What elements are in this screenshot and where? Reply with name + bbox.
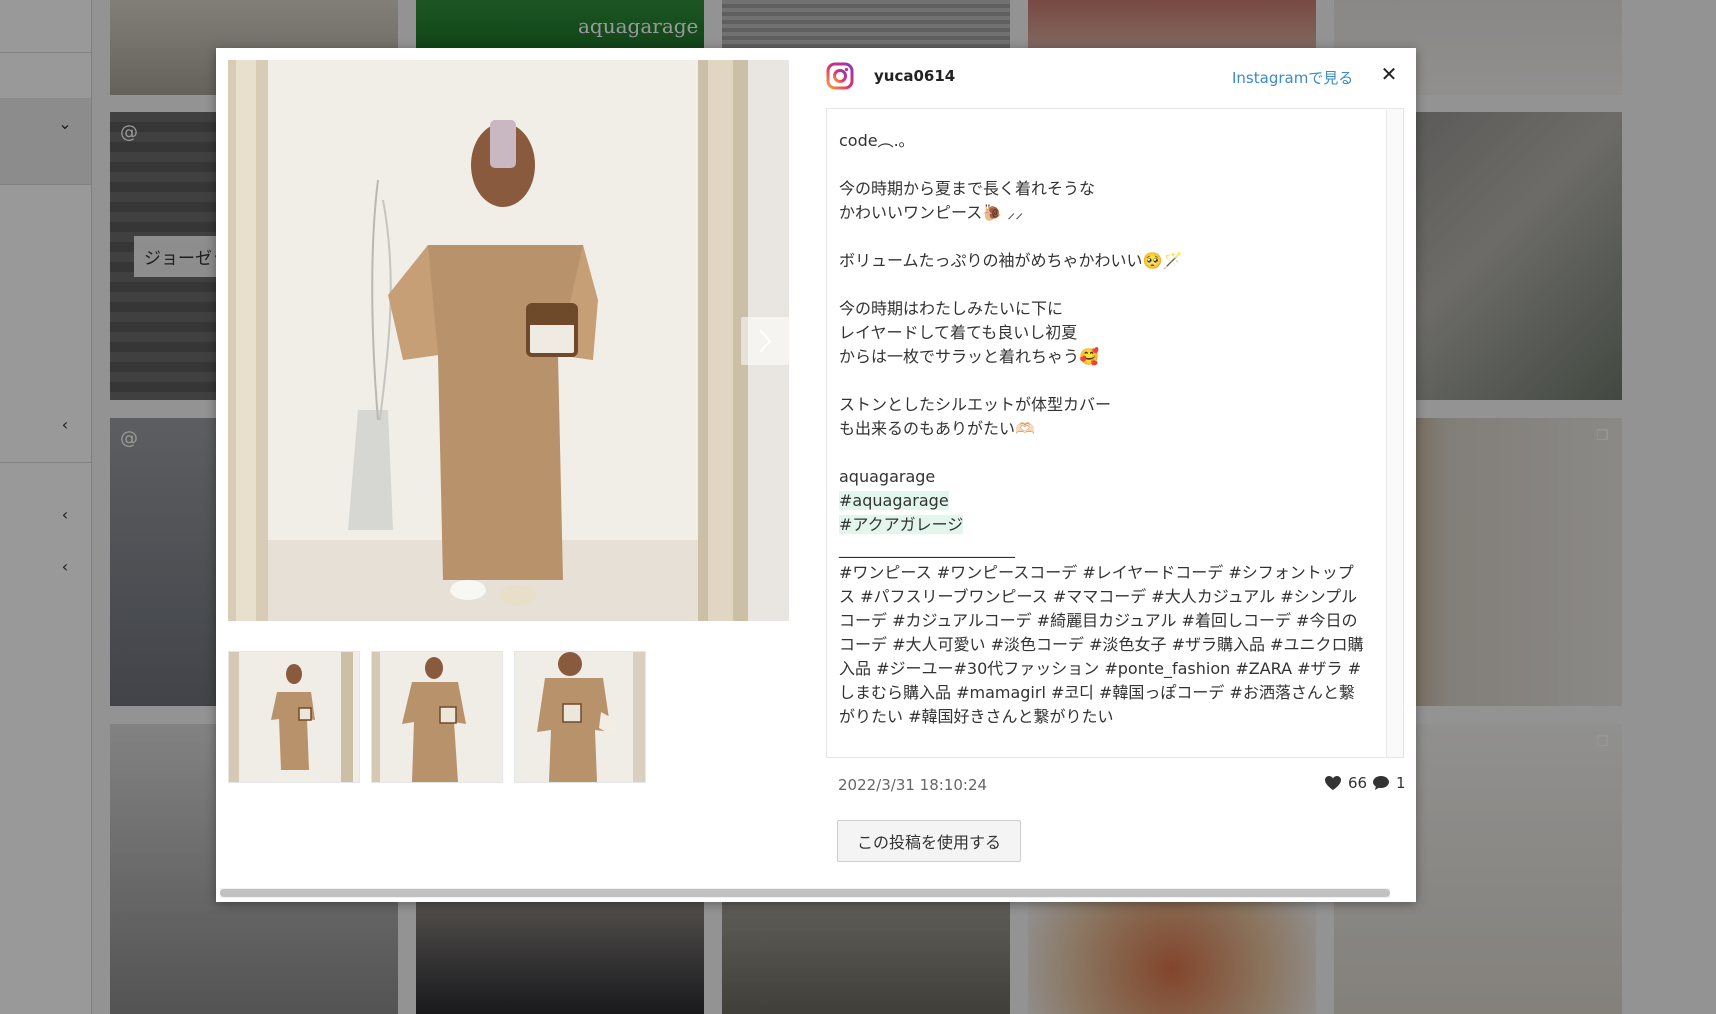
caption-separator: ______________________ xyxy=(839,539,1015,558)
post-photo-illustration xyxy=(228,60,789,621)
caption-paragraph: ボリュームたっぷりの袖がめちゃかわいい🥺🪄 xyxy=(839,251,1183,270)
post-username[interactable]: yuca0614 xyxy=(874,67,955,85)
thumbnail-1[interactable] xyxy=(228,651,360,783)
likes-count: 66 xyxy=(1324,774,1367,792)
post-detail-modal: yuca0614 Instagramで見る ✕ code︵.｡ 今の時期から夏ま… xyxy=(216,48,1416,902)
comment-icon xyxy=(1373,776,1389,790)
thumbnail-image xyxy=(372,652,502,782)
post-meta: 2022/3/31 18:10:24 66 1 xyxy=(838,774,1406,798)
caption-brand: aquagarage xyxy=(839,467,936,486)
app-root: ⌄ ‹ ‹ ‹ aquagarage @ ジョーゼッ @ ❐ ❐ yuca061… xyxy=(0,0,1716,1014)
caption-paragraph: 今の時期はわたしみたいに下に レイヤードして着ても良いし初夏 からは一枚でサラッ… xyxy=(839,299,1099,366)
hashtag-aquagarage-jp[interactable]: #アクアガレージ xyxy=(839,515,964,534)
caption-text: code︵.｡ 今の時期から夏まで長く着れそうな かわいいワンピース🐌 ⸝⸝ ボ… xyxy=(839,129,1364,729)
thumbnail-2[interactable] xyxy=(371,651,503,783)
comments-count: 1 xyxy=(1372,774,1406,792)
heart-icon xyxy=(1325,776,1341,790)
use-post-button[interactable]: この投稿を使用する xyxy=(837,820,1021,862)
horizontal-scrollbar-thumb[interactable] xyxy=(220,889,1390,897)
caption-hashtags: #ワンピース #ワンピースコーデ #レイヤードコーデ #シフォントップス #パフ… xyxy=(839,563,1364,726)
comments-number: 1 xyxy=(1396,774,1406,792)
thumbnail-image xyxy=(515,652,645,782)
thumbnail-image xyxy=(229,652,359,782)
likes-number: 66 xyxy=(1348,774,1368,792)
caption-panel[interactable]: code︵.｡ 今の時期から夏まで長く着れそうな かわいいワンピース🐌 ⸝⸝ ボ… xyxy=(826,108,1404,758)
post-timestamp: 2022/3/31 18:10:24 xyxy=(838,776,988,794)
next-image-button[interactable] xyxy=(741,317,789,365)
hashtag-aquagarage[interactable]: #aquagarage xyxy=(839,491,949,510)
caption-paragraph: 今の時期から夏まで長く着れそうな かわいいワンピース🐌 ⸝⸝ xyxy=(839,179,1096,222)
caption-paragraph: ストンとしたシルエットが体型カバー も出来るのもありがたい🫶🏻 xyxy=(839,395,1112,438)
horizontal-scrollbar[interactable] xyxy=(220,888,1390,898)
thumbnail-3[interactable] xyxy=(514,651,646,783)
caption-scrollbar[interactable] xyxy=(1386,109,1403,757)
chevron-right-icon xyxy=(759,329,772,353)
instagram-icon xyxy=(826,62,854,90)
post-main-image xyxy=(228,60,789,621)
caption-line: code︵.｡ xyxy=(839,131,907,150)
view-on-instagram-link[interactable]: Instagramで見る xyxy=(1232,67,1353,88)
close-icon[interactable]: ✕ xyxy=(1377,62,1401,86)
post-header: yuca0614 Instagramで見る ✕ xyxy=(826,58,1406,98)
